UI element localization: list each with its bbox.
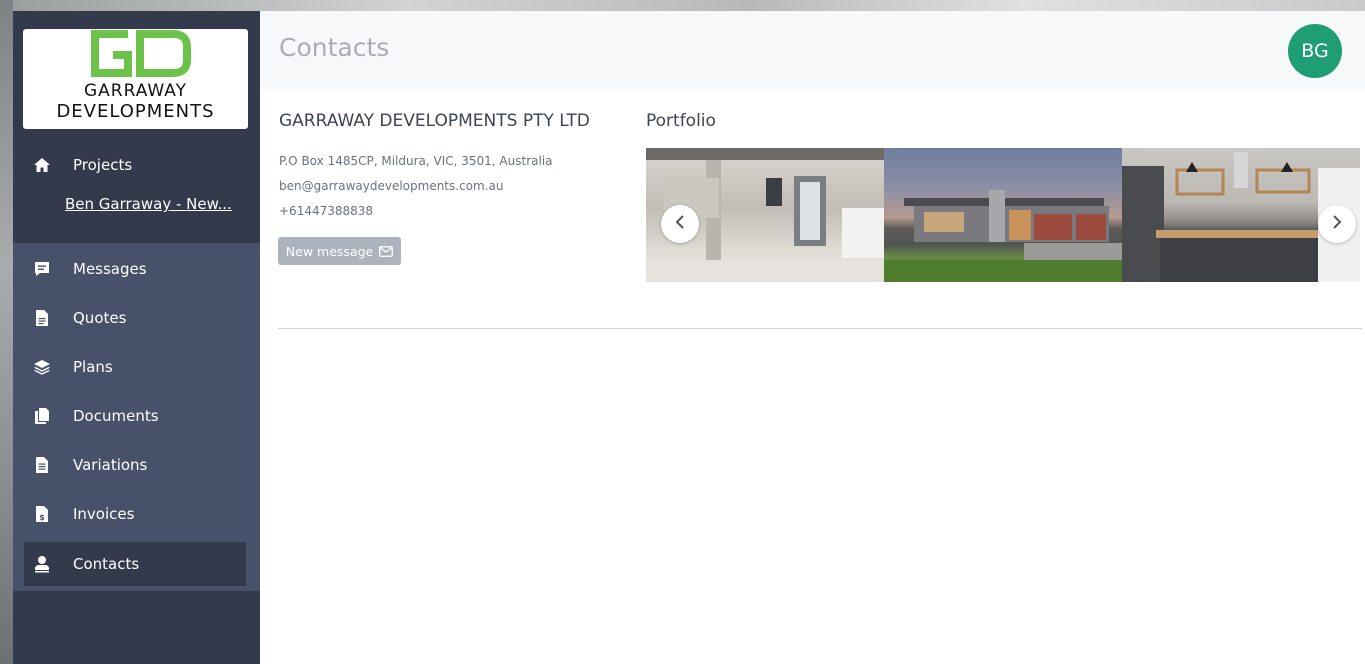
portfolio-title: Portfolio bbox=[646, 111, 716, 131]
sidebar-item-label: Projects bbox=[73, 156, 133, 174]
sidebar-item-invoices[interactable]: $ Invoices bbox=[24, 492, 246, 536]
layers-icon bbox=[33, 358, 51, 376]
svg-text:$: $ bbox=[39, 513, 45, 522]
envelope-icon bbox=[379, 245, 394, 257]
current-project-link[interactable]: Ben Garraway - New... bbox=[65, 195, 235, 213]
sidebar: GARRAWAY DEVELOPMENTS Projects Ben Garra… bbox=[13, 11, 260, 664]
sidebar-item-label: Contacts bbox=[73, 555, 140, 573]
page-header: Contacts BG bbox=[260, 11, 1365, 89]
new-message-label: New message bbox=[285, 243, 374, 259]
sidebar-item-plans[interactable]: Plans bbox=[24, 345, 246, 389]
house-illustration bbox=[884, 190, 1122, 282]
logo-text-line2: DEVELOPMENTS bbox=[56, 101, 215, 122]
sidebar-item-quotes[interactable]: Quotes bbox=[24, 296, 246, 340]
sidebar-item-contacts[interactable]: Contacts bbox=[24, 542, 246, 586]
sidebar-item-label: Invoices bbox=[73, 505, 135, 523]
chevron-left-icon bbox=[674, 214, 686, 234]
carousel-next-button[interactable] bbox=[1318, 205, 1356, 243]
sidebar-item-projects[interactable]: Projects bbox=[24, 143, 246, 187]
chevron-right-icon bbox=[1331, 214, 1343, 234]
copy-icon bbox=[33, 407, 51, 425]
logo-text-line1: GARRAWAY bbox=[83, 81, 187, 101]
page-title: Contacts bbox=[279, 33, 390, 62]
sidebar-item-messages[interactable]: Messages bbox=[24, 247, 246, 291]
file-text-icon bbox=[33, 456, 51, 474]
section-divider bbox=[278, 328, 1362, 329]
main-content: Contacts BG GARRAWAY DEVELOPMENTS PTY LT… bbox=[260, 11, 1365, 664]
sidebar-item-label: Plans bbox=[73, 358, 113, 376]
user-icon bbox=[33, 555, 51, 573]
portfolio-carousel bbox=[646, 148, 1362, 282]
sidebar-bottom-section bbox=[13, 591, 260, 664]
invoice-icon: $ bbox=[33, 505, 51, 523]
document-icon bbox=[33, 309, 51, 327]
sidebar-item-documents[interactable]: Documents bbox=[24, 394, 246, 438]
background-edge bbox=[0, 0, 13, 664]
gd-logo-mark bbox=[91, 30, 191, 77]
sidebar-item-label: Documents bbox=[73, 407, 159, 425]
sidebar-item-label: Variations bbox=[73, 456, 148, 474]
contact-email[interactable]: ben@garrawaydevelopments.com.au bbox=[279, 179, 503, 193]
message-icon bbox=[33, 260, 51, 278]
contact-phone[interactable]: +61447388838 bbox=[279, 204, 373, 218]
user-avatar[interactable]: BG bbox=[1288, 24, 1342, 78]
new-message-button[interactable]: New message bbox=[278, 237, 401, 265]
company-name: GARRAWAY DEVELOPMENTS PTY LTD bbox=[279, 111, 590, 131]
company-logo[interactable]: GARRAWAY DEVELOPMENTS bbox=[23, 29, 248, 129]
background-strip bbox=[0, 0, 1365, 11]
sidebar-item-label: Quotes bbox=[73, 309, 127, 327]
sidebar-item-variations[interactable]: Variations bbox=[24, 443, 246, 487]
contact-address: P.O Box 1485CP, Mildura, VIC, 3501, Aust… bbox=[279, 154, 553, 168]
portfolio-image-house[interactable] bbox=[884, 148, 1122, 282]
carousel-prev-button[interactable] bbox=[661, 205, 699, 243]
home-icon bbox=[33, 156, 51, 174]
sidebar-item-label: Messages bbox=[73, 260, 147, 278]
